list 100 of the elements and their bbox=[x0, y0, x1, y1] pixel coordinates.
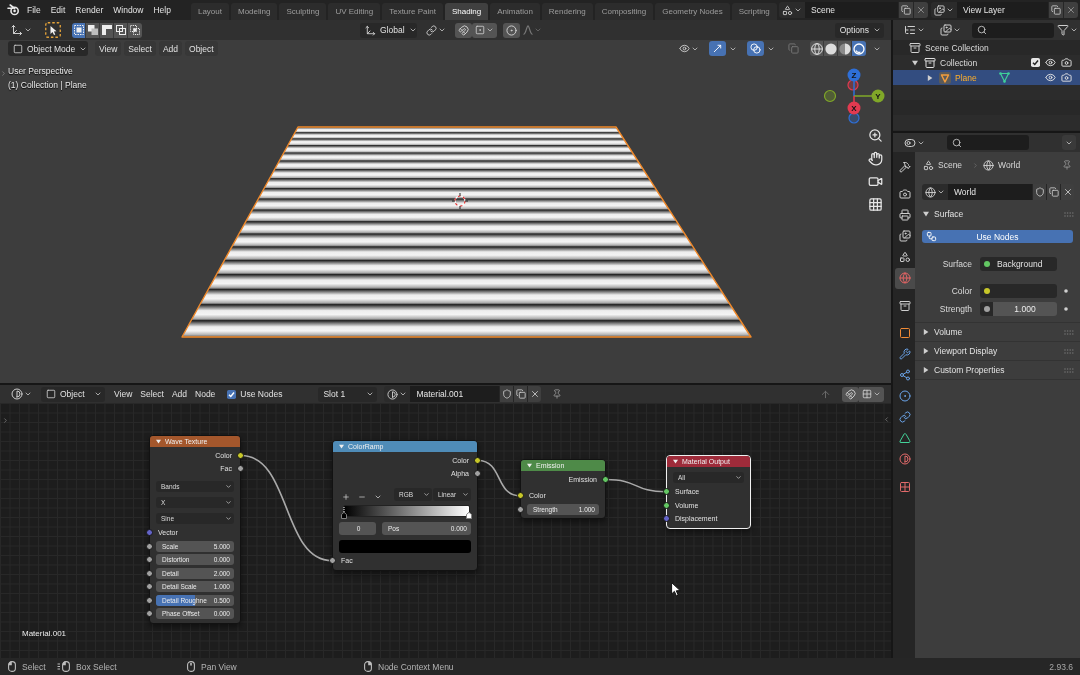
collapse-arrow-icon[interactable] bbox=[527, 463, 532, 468]
snap-mode-button[interactable] bbox=[472, 22, 497, 38]
eye-icon[interactable] bbox=[1045, 57, 1056, 68]
socket-icon[interactable] bbox=[663, 501, 670, 509]
eye-icon[interactable] bbox=[1045, 72, 1056, 83]
close-button[interactable] bbox=[527, 386, 542, 402]
expand-arrow-icon[interactable] bbox=[923, 211, 929, 217]
menu-button[interactable]: View bbox=[95, 41, 122, 56]
workspace-tab[interactable]: Animation bbox=[490, 3, 540, 20]
search-field[interactable] bbox=[947, 135, 1029, 150]
collapse-arrow-icon[interactable] bbox=[339, 444, 344, 449]
socket-button[interactable] bbox=[980, 257, 993, 271]
socket-icon[interactable] bbox=[663, 488, 670, 496]
3d-viewport[interactable]: Z Y X Global Options Object Mode View Select Add Object User Perspective (1) Collection | Plane bbox=[0, 20, 891, 383]
mode-dropdown[interactable]: Object Mode bbox=[8, 41, 88, 56]
zoom-icon[interactable] bbox=[868, 128, 883, 143]
chevron-icon[interactable] bbox=[2, 417, 9, 424]
video-camera-icon[interactable] bbox=[868, 174, 883, 189]
menu-button[interactable]: Add bbox=[167, 386, 192, 402]
shader-dropdown[interactable]: Background bbox=[993, 257, 1057, 271]
copy-button[interactable] bbox=[1048, 2, 1063, 18]
workspace-tab[interactable]: Scripting bbox=[731, 3, 777, 20]
color-ramp-bar[interactable] bbox=[343, 505, 470, 517]
copy-button[interactable] bbox=[898, 2, 913, 18]
menu-button[interactable]: Select bbox=[136, 386, 168, 402]
workspace-tab[interactable]: Layout bbox=[190, 3, 229, 20]
toggle-button[interactable] bbox=[747, 41, 764, 56]
drag-grip-icon[interactable] bbox=[1064, 348, 1074, 354]
menu-button[interactable]: Add bbox=[158, 41, 183, 56]
shading-mode-button[interactable] bbox=[810, 41, 824, 56]
minus-icon[interactable] bbox=[358, 493, 366, 501]
workspace-tab[interactable]: Texture Paint bbox=[382, 3, 443, 20]
socket-icon[interactable] bbox=[517, 492, 524, 500]
toggle-button[interactable] bbox=[842, 386, 859, 402]
socket-icon[interactable] bbox=[146, 542, 153, 550]
camera-icon[interactable] bbox=[1061, 72, 1072, 83]
workspace-tab[interactable]: Geometry Nodes bbox=[655, 3, 730, 20]
grid-icon[interactable] bbox=[868, 197, 883, 212]
menu-item[interactable]: Help bbox=[148, 2, 176, 18]
color-swatch[interactable] bbox=[339, 539, 471, 553]
orientation-dropdown[interactable]: Global bbox=[360, 22, 417, 38]
select-mode-button[interactable] bbox=[72, 22, 86, 38]
pin-icon[interactable] bbox=[1062, 160, 1072, 170]
socket-icon[interactable] bbox=[146, 596, 153, 604]
workspace-tab[interactable]: Compositing bbox=[594, 3, 654, 20]
drag-grip-icon[interactable] bbox=[1064, 329, 1074, 335]
expand-arrow-icon[interactable] bbox=[912, 59, 918, 66]
select-mode-button[interactable] bbox=[114, 22, 128, 38]
decorator-dot-icon[interactable] bbox=[1064, 307, 1068, 311]
snap-mode-button[interactable] bbox=[859, 386, 884, 402]
select-mode-button[interactable] bbox=[86, 22, 100, 38]
collapse-arrow-icon[interactable] bbox=[156, 439, 161, 444]
select-mode-button[interactable] bbox=[128, 22, 142, 38]
number-field[interactable]: 1.000 bbox=[993, 302, 1057, 316]
menu-item[interactable]: Edit bbox=[45, 2, 71, 18]
checkbox[interactable] bbox=[227, 389, 237, 399]
arrow-up-icon[interactable] bbox=[820, 388, 831, 400]
outliner-item[interactable]: Collection bbox=[893, 55, 1080, 70]
mesh-triangle-icon[interactable] bbox=[998, 72, 1010, 83]
workspace-tab[interactable]: Modeling bbox=[231, 3, 278, 20]
socket-icon[interactable] bbox=[517, 505, 524, 513]
plus-icon[interactable] bbox=[342, 493, 350, 501]
ramp-stop-icon[interactable] bbox=[466, 512, 472, 519]
toggle-button[interactable] bbox=[455, 22, 472, 38]
socket-button[interactable] bbox=[980, 284, 993, 298]
search-field[interactable] bbox=[972, 22, 1054, 38]
axis-handle[interactable]: Z bbox=[847, 68, 861, 82]
shading-mode-button[interactable] bbox=[838, 41, 852, 56]
options-dropdown[interactable]: Options bbox=[834, 22, 884, 38]
panel-header[interactable]: Viewport Display bbox=[915, 342, 1080, 360]
material-name-field[interactable]: Material.001 bbox=[410, 386, 500, 402]
axis-handle[interactable]: Y bbox=[871, 89, 885, 103]
axis-handle[interactable]: X bbox=[847, 101, 861, 115]
socket-icon[interactable] bbox=[474, 457, 481, 464]
select-mode-button[interactable] bbox=[100, 22, 114, 38]
expand-arrow-icon[interactable] bbox=[923, 329, 929, 335]
drag-grip-icon[interactable] bbox=[1064, 367, 1074, 373]
material-browse-button[interactable] bbox=[384, 386, 411, 402]
checkbox-label[interactable]: Use Nodes bbox=[240, 389, 283, 399]
chevron-icon[interactable] bbox=[883, 416, 890, 423]
toggle-button[interactable] bbox=[503, 22, 520, 38]
expand-arrow-icon[interactable] bbox=[923, 348, 929, 354]
shading-mode-button[interactable] bbox=[824, 41, 838, 56]
socket-icon[interactable] bbox=[237, 465, 244, 472]
socket-icon[interactable] bbox=[474, 470, 481, 477]
expand-arrow-icon[interactable] bbox=[923, 367, 929, 373]
ramp-stop-icon[interactable] bbox=[341, 507, 347, 519]
use-nodes-button[interactable]: Use Nodes bbox=[922, 230, 1073, 243]
camera-icon[interactable] bbox=[1061, 57, 1072, 68]
socket-icon[interactable] bbox=[602, 476, 609, 483]
socket-button[interactable] bbox=[980, 302, 993, 316]
select-tool-icon[interactable] bbox=[45, 22, 61, 38]
close-button[interactable] bbox=[1063, 2, 1078, 18]
socket-icon[interactable] bbox=[146, 569, 153, 577]
copy-button[interactable] bbox=[513, 386, 528, 402]
menu-item[interactable]: Window bbox=[108, 2, 149, 18]
expand-arrow-icon[interactable] bbox=[927, 74, 933, 81]
hand-icon[interactable] bbox=[868, 151, 883, 166]
pin-icon[interactable] bbox=[552, 389, 563, 399]
node-canvas[interactable] bbox=[0, 403, 891, 658]
